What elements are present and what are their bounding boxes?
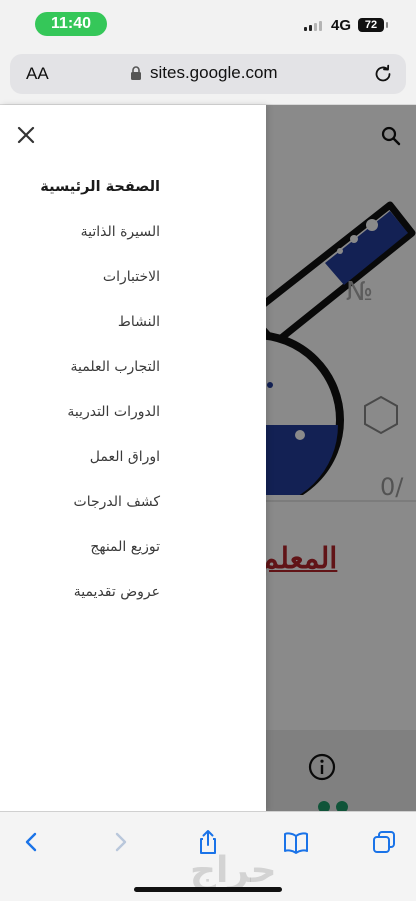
home-indicator: [134, 887, 282, 892]
nav-item-5[interactable]: التجارب العلمية: [0, 349, 180, 394]
status-bar: 11:40 4G 72: [0, 0, 416, 46]
bookmarks-icon[interactable]: [282, 828, 310, 856]
lock-icon: [131, 65, 141, 80]
url-display[interactable]: sites.google.com: [130, 63, 278, 83]
nav-item-3[interactable]: الاختبارات: [0, 259, 180, 304]
browser-address-area: AA sites.google.com: [0, 46, 416, 105]
back-icon[interactable]: [18, 828, 46, 856]
nav-item-4[interactable]: النشاط: [0, 304, 180, 349]
nav-item-1[interactable]: الصفحة الرئيسية: [0, 169, 180, 214]
forward-icon[interactable]: [106, 828, 134, 856]
nav-item-2[interactable]: السيرة الذاتية: [0, 214, 180, 259]
address-bar[interactable]: AA sites.google.com: [10, 54, 406, 94]
nav-item-8[interactable]: كشف الدرجات: [0, 484, 180, 529]
nav-item-9[interactable]: توزيع المنهج: [0, 529, 180, 574]
status-time: 11:40: [35, 12, 107, 36]
battery-level: 72: [358, 18, 388, 32]
nav-list: الصفحة الرئيسية السيرة الذاتية الاختبارات ا…: [0, 169, 180, 619]
nav-item-7[interactable]: اوراق العمل: [0, 439, 180, 484]
close-icon[interactable]: [14, 123, 38, 147]
navigation-drawer: الصفحة الرئيسية السيرة الذاتية الاختبارات ا…: [0, 105, 266, 811]
text-size-button[interactable]: AA: [26, 64, 49, 84]
url-text: sites.google.com: [150, 63, 278, 82]
network-type: 4G: [331, 17, 352, 34]
nav-item-6[interactable]: الدورات التدريبة: [0, 394, 180, 439]
nav-item-10[interactable]: عروض تقديمية: [0, 574, 180, 619]
tabs-icon[interactable]: [370, 828, 398, 856]
reload-icon[interactable]: [372, 63, 394, 85]
browser-toolbar: حراج: [0, 811, 416, 901]
text-size-label: AA: [26, 64, 49, 83]
watermark-logo: حراج: [190, 850, 277, 891]
signal-icon: [304, 21, 322, 31]
